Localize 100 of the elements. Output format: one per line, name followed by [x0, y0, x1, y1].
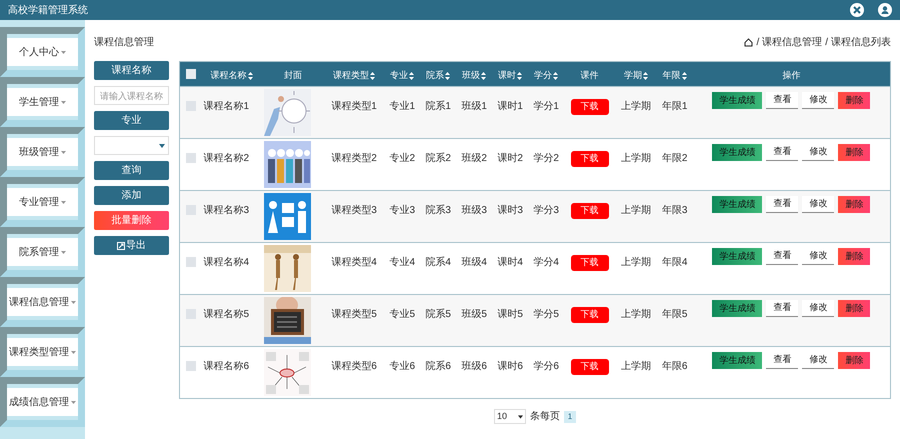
- edit-button[interactable]: 修改: [802, 144, 834, 161]
- batch-delete-button[interactable]: 批量删除: [94, 211, 169, 230]
- row-checkbox[interactable]: [186, 257, 196, 267]
- sort-icon[interactable]: [248, 72, 253, 80]
- department: 院系4: [425, 257, 451, 268]
- years: 年限4: [662, 257, 688, 268]
- semester: 上学期: [620, 101, 651, 112]
- semester: 上学期: [620, 257, 651, 268]
- row-checkbox[interactable]: [186, 101, 196, 111]
- edit-button[interactable]: 修改: [802, 248, 834, 265]
- sidebar-item[interactable]: 学生管理: [7, 88, 78, 116]
- app-title: 高校学籍管理系统: [8, 4, 88, 18]
- sidebar-item[interactable]: 课程信息管理: [7, 288, 78, 316]
- sort-icon[interactable]: [370, 72, 376, 80]
- sidebar-item[interactable]: 专业管理: [7, 188, 78, 216]
- filter-label: 课程名称: [94, 61, 169, 80]
- sidebar-item[interactable]: 院系管理: [7, 238, 78, 266]
- delete-button[interactable]: 删除: [838, 92, 870, 109]
- search-button[interactable]: 查询: [94, 161, 169, 180]
- course-name-field[interactable]: 请输入课程名称: [94, 86, 169, 105]
- class: 班级6: [461, 361, 487, 372]
- row-checkbox[interactable]: [186, 205, 196, 215]
- column-header[interactable]: 院系: [426, 69, 450, 82]
- grades-button[interactable]: 学生成绩: [712, 248, 762, 265]
- select-all-checkbox[interactable]: [186, 68, 196, 79]
- sort-icon[interactable]: [553, 72, 558, 80]
- delete-button[interactable]: 删除: [838, 352, 870, 369]
- major: 专业4: [389, 257, 415, 268]
- delete-button[interactable]: 删除: [838, 300, 870, 317]
- delete-button[interactable]: 删除: [838, 196, 870, 213]
- years: 年限1: [662, 101, 688, 112]
- column-header[interactable]: 课时: [498, 69, 522, 82]
- row-checkbox[interactable]: [186, 153, 196, 163]
- semester: 上学期: [620, 205, 651, 216]
- view-button[interactable]: 查看: [766, 248, 798, 265]
- semester: 上学期: [620, 153, 651, 164]
- column-header[interactable]: 年限: [662, 69, 687, 82]
- sort-icon[interactable]: [409, 72, 414, 80]
- view-button[interactable]: 查看: [766, 196, 798, 213]
- grades-button[interactable]: 学生成绩: [712, 92, 762, 109]
- sidebar-label: 院系管理: [19, 246, 59, 260]
- caret-icon: [71, 300, 76, 304]
- course-type: 课程类型1: [331, 101, 377, 112]
- download-button[interactable]: 下载: [570, 202, 609, 219]
- sort-icon[interactable]: [481, 72, 486, 80]
- view-button[interactable]: 查看: [766, 144, 798, 161]
- edit-button[interactable]: 修改: [802, 300, 834, 317]
- download-button[interactable]: 下载: [570, 358, 609, 375]
- sidebar-label: 个人中心: [19, 46, 59, 60]
- sidebar-item[interactable]: 个人中心: [7, 38, 78, 66]
- delete-button[interactable]: 删除: [838, 144, 870, 161]
- download-button[interactable]: 下载: [570, 254, 609, 271]
- user-icon[interactable]: [878, 3, 892, 17]
- grades-button[interactable]: 学生成绩: [712, 196, 762, 213]
- row-checkbox[interactable]: [186, 309, 196, 319]
- department: 院系6: [425, 361, 451, 372]
- export-button[interactable]: 导出: [94, 236, 169, 255]
- column-header[interactable]: 学分: [534, 69, 558, 82]
- page-button[interactable]: 1: [564, 410, 576, 422]
- sort-icon[interactable]: [682, 72, 687, 80]
- credit: 学分1: [533, 101, 559, 112]
- breadcrumb-item[interactable]: 课程信息列表: [831, 34, 891, 50]
- sort-icon[interactable]: [517, 72, 522, 80]
- course-name: 课程名称5: [204, 309, 250, 320]
- sidebar-item[interactable]: 成绩信息管理: [7, 388, 78, 416]
- download-button[interactable]: 下载: [570, 306, 609, 323]
- download-button[interactable]: 下载: [570, 150, 609, 167]
- breadcrumb-item[interactable]: 课程信息管理: [762, 34, 822, 50]
- view-button[interactable]: 查看: [766, 352, 798, 369]
- edit-button[interactable]: 修改: [802, 352, 834, 369]
- major: 专业3: [389, 205, 415, 216]
- edit-button[interactable]: 修改: [802, 92, 834, 109]
- sidebar-label: 成绩信息管理: [9, 396, 69, 410]
- column-header[interactable]: 学期: [624, 69, 648, 82]
- collapse-icon[interactable]: [850, 3, 864, 17]
- view-button[interactable]: 查看: [766, 300, 798, 317]
- grades-button[interactable]: 学生成绩: [712, 352, 762, 369]
- column-header[interactable]: 课程类型: [333, 69, 376, 82]
- sidebar-item[interactable]: 课程类型管理: [7, 338, 78, 366]
- column-header[interactable]: 专业: [390, 69, 414, 82]
- home-icon[interactable]: [744, 38, 754, 46]
- sort-icon[interactable]: [642, 72, 648, 80]
- row-checkbox[interactable]: [186, 361, 196, 371]
- add-button[interactable]: 添加: [94, 186, 169, 205]
- grades-button[interactable]: 学生成绩: [712, 144, 762, 161]
- page-size-label: 条每页: [530, 410, 560, 424]
- page-size-select[interactable]: 10: [494, 409, 526, 424]
- sort-icon[interactable]: [445, 72, 450, 80]
- class: 班级3: [461, 205, 487, 216]
- delete-button[interactable]: 删除: [838, 248, 870, 265]
- column-header[interactable]: 课程名称: [210, 69, 253, 82]
- grades-button[interactable]: 学生成绩: [712, 300, 762, 317]
- download-button[interactable]: 下载: [570, 98, 609, 115]
- view-button[interactable]: 查看: [766, 92, 798, 109]
- department: 院系1: [425, 101, 451, 112]
- edit-button[interactable]: 修改: [802, 196, 834, 213]
- sidebar-item[interactable]: 班级管理: [7, 138, 78, 166]
- credit: 学分3: [533, 205, 559, 216]
- course-type: 课程类型6: [331, 361, 377, 372]
- column-header[interactable]: 班级: [462, 69, 486, 82]
